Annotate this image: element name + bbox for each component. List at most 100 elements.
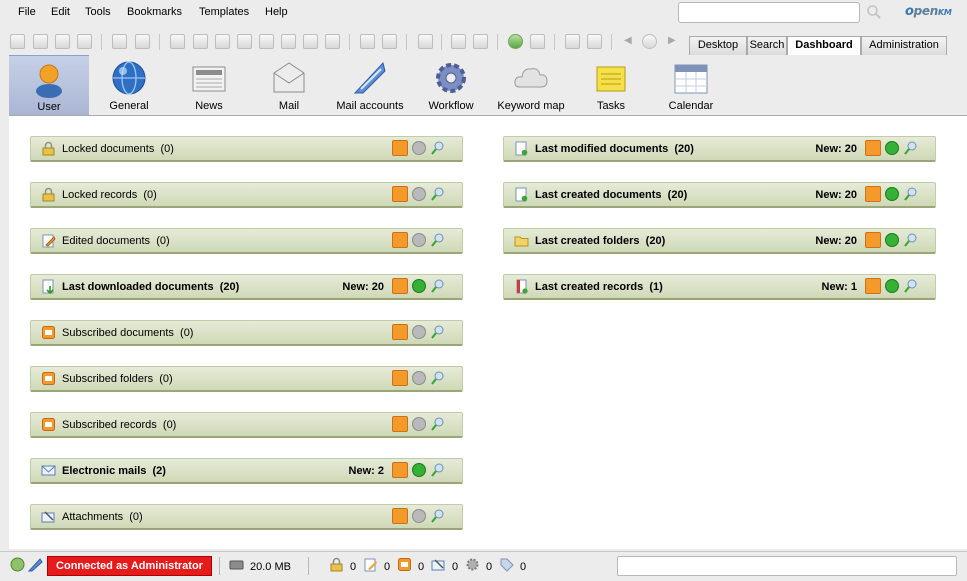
tab-dashboard[interactable]: Dashboard (787, 36, 861, 56)
status-check-icon[interactable] (885, 233, 899, 247)
checkin-icon[interactable] (281, 34, 296, 49)
zoom-icon[interactable] (430, 508, 446, 524)
status-check-icon[interactable] (412, 417, 426, 431)
menu-bookmarks[interactable]: Bookmarks (127, 6, 182, 18)
wtab-mail[interactable]: Mail (249, 55, 329, 115)
rss-icon[interactable] (865, 232, 881, 248)
dashboard-panel[interactable]: Electronic mails (2) New: 2 (30, 458, 463, 484)
checkout-icon[interactable] (259, 34, 274, 49)
new-mail-icon[interactable] (193, 34, 208, 49)
zoom-icon[interactable] (430, 232, 446, 248)
status-check-icon[interactable] (412, 325, 426, 339)
history-icon[interactable] (642, 34, 657, 49)
zoom-icon[interactable] (430, 370, 446, 386)
search-input[interactable] (678, 2, 860, 23)
zoom-icon[interactable] (903, 186, 919, 202)
dashboard-panel[interactable]: Subscribed records (0) (30, 412, 463, 438)
status-check-icon[interactable] (412, 233, 426, 247)
menu-file[interactable]: File (18, 6, 36, 18)
zoom-icon[interactable] (430, 324, 446, 340)
status-check-icon[interactable] (412, 279, 426, 293)
menu-tools[interactable]: Tools (85, 6, 111, 18)
lock-icon[interactable] (112, 34, 127, 49)
dashboard-panel[interactable]: Last created folders (20) New: 20 (503, 228, 936, 254)
dashboard-panel[interactable]: Subscribed documents (0) (30, 320, 463, 346)
forward-icon[interactable]: ▶ (668, 35, 676, 46)
network-icon (10, 557, 25, 572)
wtab-calendar[interactable]: Calendar (651, 55, 731, 115)
zoom-icon[interactable] (430, 416, 446, 432)
rss-icon[interactable] (392, 324, 408, 340)
rss-icon[interactable] (392, 508, 408, 524)
remove-property-group-icon[interactable] (382, 34, 397, 49)
rss-icon[interactable] (392, 462, 408, 478)
menu-help[interactable]: Help (265, 6, 288, 18)
rss-icon[interactable] (392, 186, 408, 202)
new-document-icon[interactable] (237, 34, 252, 49)
rss-icon[interactable] (865, 278, 881, 294)
home-icon[interactable] (530, 34, 545, 49)
workflow-icon[interactable] (418, 34, 433, 49)
new-record-icon[interactable] (215, 34, 230, 49)
dashboard-panel[interactable]: Last created records (1) New: 1 (503, 274, 936, 300)
dashboard-panel[interactable]: Last downloaded documents (20) New: 20 (30, 274, 463, 300)
rss-icon[interactable] (392, 232, 408, 248)
menu-edit[interactable]: Edit (51, 6, 70, 18)
rss-icon[interactable] (865, 186, 881, 202)
remove-subscription-icon[interactable] (473, 34, 488, 49)
wtab-mail-accounts[interactable]: Mail accounts (329, 55, 411, 115)
add-property-group-icon[interactable] (360, 34, 375, 49)
cancel-checkout-icon[interactable] (303, 34, 318, 49)
status-check-icon[interactable] (885, 187, 899, 201)
menu-templates[interactable]: Templates (199, 6, 249, 18)
tab-desktop[interactable]: Desktop (689, 36, 747, 55)
wtab-keyword-map[interactable]: Keyword map (491, 55, 571, 115)
wtab-workflow[interactable]: Workflow (411, 55, 491, 115)
zoom-icon[interactable] (903, 140, 919, 156)
status-check-icon[interactable] (412, 371, 426, 385)
status-check-icon[interactable] (412, 187, 426, 201)
rss-icon[interactable] (392, 416, 408, 432)
back-icon[interactable]: ◀ (624, 35, 632, 46)
find-icon[interactable] (10, 34, 25, 49)
wtab-news[interactable]: News (169, 55, 249, 115)
unlock-icon[interactable] (135, 34, 150, 49)
new-folder-icon[interactable] (170, 34, 185, 49)
dashboard-panel[interactable]: Last created documents (20) New: 20 (503, 182, 936, 208)
dashboard-panel[interactable]: Subscribed folders (0) (30, 366, 463, 392)
add-document-icon[interactable] (33, 34, 48, 49)
rss-icon[interactable] (865, 140, 881, 156)
rss-icon[interactable] (392, 370, 408, 386)
status-check-icon[interactable] (885, 141, 899, 155)
scanner-icon[interactable] (565, 34, 580, 49)
rss-icon[interactable] (392, 140, 408, 156)
status-check-icon[interactable] (885, 279, 899, 293)
dashboard-panel[interactable]: Locked records (0) (30, 182, 463, 208)
dashboard-panel[interactable]: Locked documents (0) (30, 136, 463, 162)
search-icon[interactable] (866, 4, 882, 20)
refresh-icon[interactable] (508, 34, 523, 49)
add-subscription-icon[interactable] (451, 34, 466, 49)
status-check-icon[interactable] (412, 509, 426, 523)
delete-icon[interactable] (325, 34, 340, 49)
dashboard-panel[interactable]: Attachments (0) (30, 504, 463, 530)
zoom-icon[interactable] (430, 186, 446, 202)
zoom-icon[interactable] (903, 278, 919, 294)
status-check-icon[interactable] (412, 141, 426, 155)
pdf-icon[interactable] (55, 34, 70, 49)
dashboard-panel[interactable]: Edited documents (0) (30, 228, 463, 254)
zoom-icon[interactable] (430, 462, 446, 478)
uploader-icon[interactable] (587, 34, 602, 49)
wtab-user[interactable]: User (9, 55, 89, 115)
tab-administration[interactable]: Administration (861, 36, 947, 55)
wtab-tasks[interactable]: Tasks (571, 55, 651, 115)
zoom-icon[interactable] (903, 232, 919, 248)
tab-search[interactable]: Search (747, 36, 787, 55)
print-icon[interactable] (77, 34, 92, 49)
wtab-general[interactable]: General (89, 55, 169, 115)
zoom-icon[interactable] (430, 278, 446, 294)
status-check-icon[interactable] (412, 463, 426, 477)
rss-icon[interactable] (392, 278, 408, 294)
dashboard-panel[interactable]: Last modified documents (20) New: 20 (503, 136, 936, 162)
zoom-icon[interactable] (430, 140, 446, 156)
